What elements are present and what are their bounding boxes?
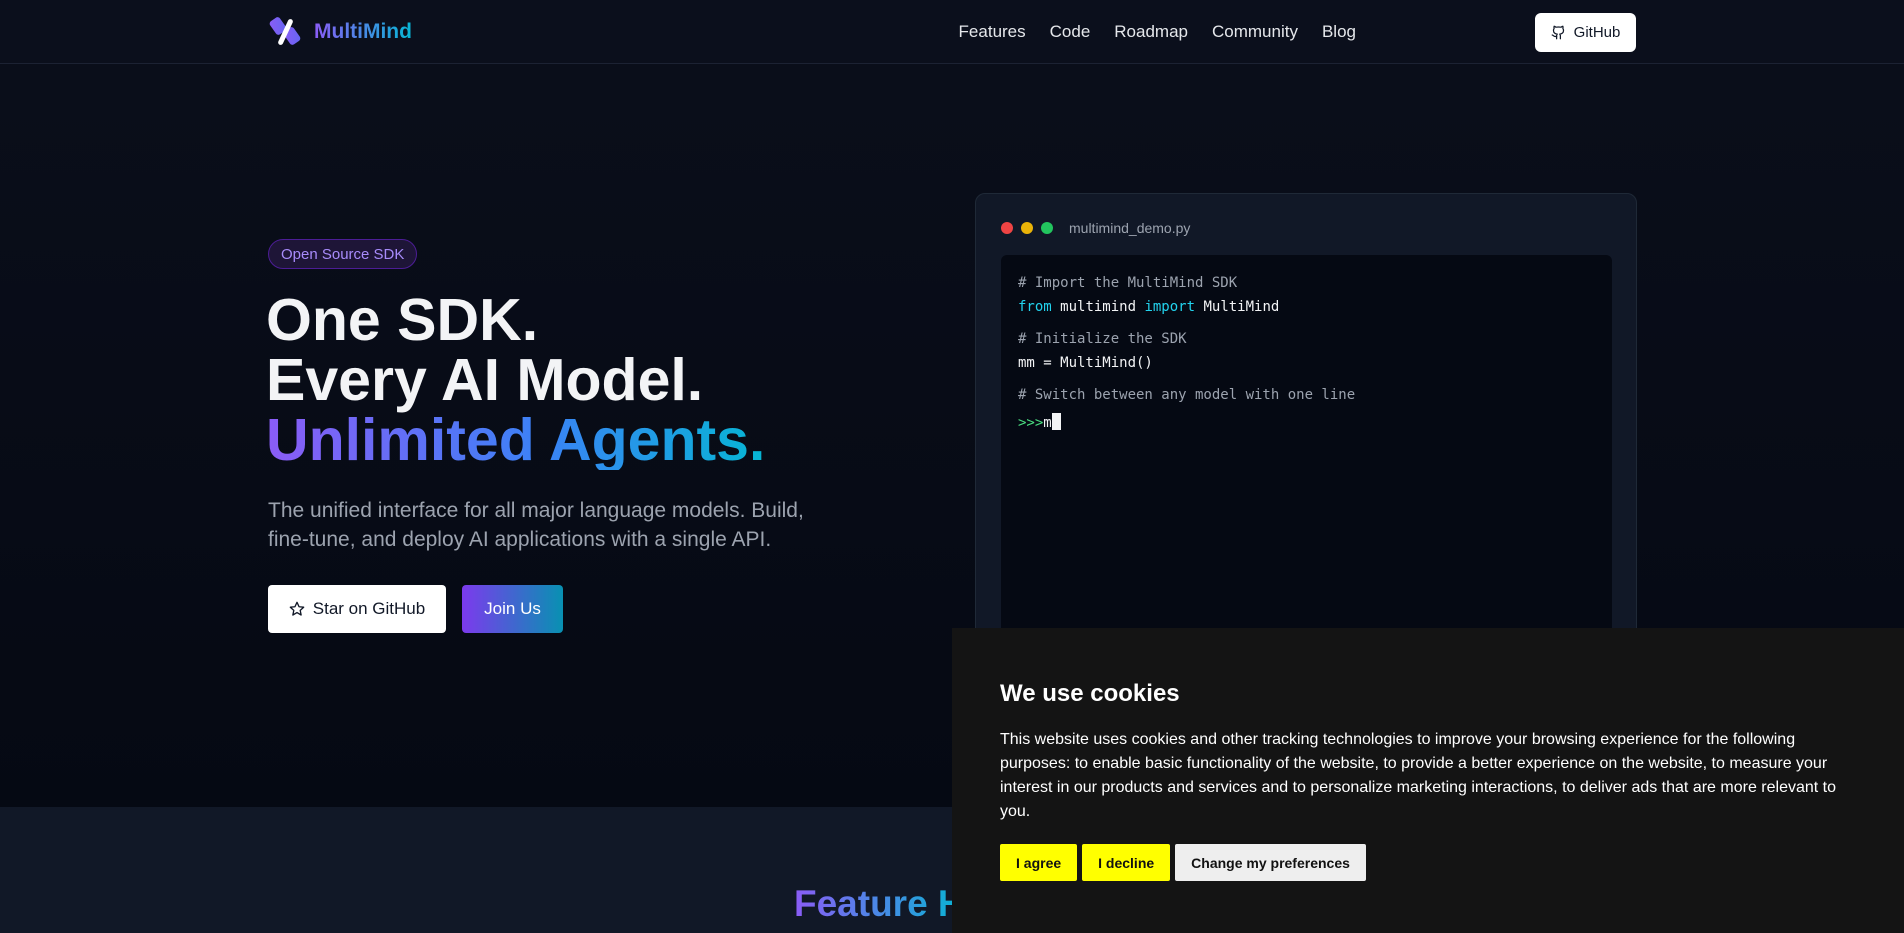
close-dot-icon (1001, 222, 1013, 234)
code-class: MultiMind (1203, 299, 1280, 315)
code-init-line: mm = MultiMind() (1018, 355, 1153, 371)
nav-link-roadmap[interactable]: Roadmap (1114, 22, 1188, 42)
minimize-dot-icon (1021, 222, 1033, 234)
multimind-logo-icon (269, 17, 301, 45)
code-comment-init: # Initialize the SDK (1018, 331, 1187, 347)
headline-line-1: One SDK. (266, 287, 539, 353)
code-filename: multimind_demo.py (1069, 220, 1191, 236)
nav-link-community[interactable]: Community (1212, 22, 1298, 42)
nav-link-features[interactable]: Features (959, 22, 1026, 42)
nav-link-code[interactable]: Code (1050, 22, 1091, 42)
cookie-title: We use cookies (1000, 680, 1180, 707)
code-comment-import: # Import the MultiMind SDK (1018, 275, 1238, 291)
github-icon (1551, 25, 1564, 40)
cookie-decline-button[interactable]: I decline (1082, 844, 1171, 881)
code-keyword-import: import (1144, 299, 1196, 315)
nav-link-blog[interactable]: Blog (1322, 22, 1356, 42)
cookie-preferences-button[interactable]: Change my preferences (1175, 844, 1366, 881)
star-on-github-button[interactable]: Star on GitHub (268, 585, 446, 633)
open-source-badge: Open Source SDK (268, 239, 418, 269)
code-typed-text: m (1043, 415, 1052, 431)
top-navbar: MultiMind Features Code Roadmap Communit… (0, 0, 1904, 64)
hero-headline: One SDK. Every AI Model. Unlimited Agent… (266, 290, 765, 470)
cookie-agree-button[interactable]: I agree (1000, 844, 1078, 881)
github-button[interactable]: GitHub (1535, 13, 1636, 52)
hero-subtitle: The unified interface for all major lang… (268, 499, 804, 551)
star-button-label: Star on GitHub (312, 599, 426, 618)
code-prompt: >>> (1018, 415, 1044, 431)
window-dots (1001, 222, 1053, 234)
code-comment-switch: # Switch between any model with one line (1018, 387, 1356, 403)
github-button-label: GitHub (1573, 24, 1621, 41)
star-icon (289, 601, 305, 616)
maximize-dot-icon (1041, 222, 1053, 234)
cookie-description: This website uses cookies and other trac… (1000, 731, 1836, 820)
feature-section-title: Feature H (794, 883, 965, 924)
code-keyword-from: from (1018, 299, 1052, 315)
headline-line-3: Unlimited Agents. (266, 407, 766, 473)
cookie-buttons: I agree I decline Change my preferences (1000, 844, 1366, 881)
brand-name: MultiMind (314, 20, 412, 43)
code-prompt-line: >>>m (1018, 411, 1595, 435)
code-import-line: from multimind import MultiMind (1018, 295, 1595, 319)
text-cursor (1051, 413, 1061, 430)
join-us-button[interactable]: Join Us (462, 585, 563, 633)
headline-line-2: Every AI Model. (266, 347, 704, 413)
code-module: multimind (1060, 299, 1137, 315)
cookie-consent-banner: We use cookies This website uses cookies… (952, 628, 1904, 933)
nav-links: Features Code Roadmap Community Blog (959, 0, 1356, 64)
brand-link[interactable]: MultiMind (268, 14, 412, 50)
